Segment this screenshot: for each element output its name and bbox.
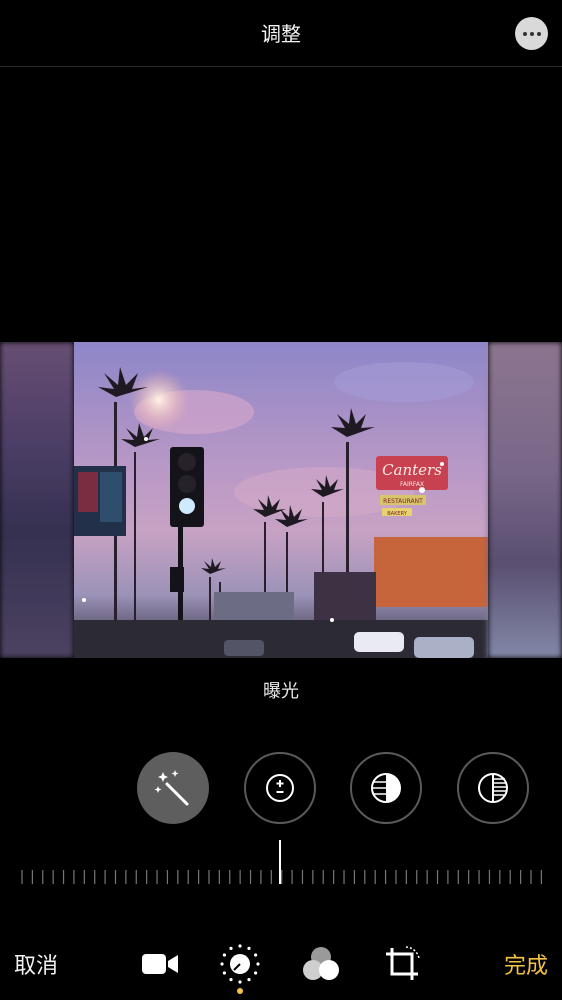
exposure-icon [266, 774, 294, 802]
done-button[interactable]: 完成 [504, 948, 548, 980]
next-photo-preview[interactable] [488, 342, 562, 658]
sign-bakery: BAKERY [387, 511, 407, 517]
top-bar: 调整 [0, 0, 562, 67]
brilliance-icon [371, 773, 401, 803]
crop-rotate-icon [386, 946, 420, 980]
sign-canters: Canters [382, 461, 442, 479]
more-dot-icon [536, 31, 541, 36]
video-camera-icon [142, 954, 178, 974]
sign-restaurant: RESTAURANT [383, 498, 423, 505]
adjustment-label: 曝光 [263, 681, 299, 702]
more-dot-icon [529, 31, 534, 36]
crop-tab[interactable] [380, 942, 424, 986]
active-tab-indicator [237, 988, 243, 994]
adjustment-slider[interactable] [20, 838, 542, 888]
filters-tab[interactable] [299, 942, 343, 986]
more-dot-icon [522, 31, 527, 36]
highlights-icon [478, 773, 508, 803]
adjust-dial-icon [220, 944, 260, 984]
brilliance-button[interactable] [350, 752, 422, 824]
sign-fairfax: FAIRFAX [400, 481, 424, 488]
filters-icon [303, 947, 339, 980]
page-title: 调整 [261, 22, 301, 46]
photo-preview: Canters FAIRFAX RESTAURANT BAKERY [74, 342, 488, 658]
cancel-button[interactable]: 取消 [14, 948, 58, 980]
auto-enhance-button[interactable] [137, 752, 209, 824]
previous-photo-preview[interactable] [0, 342, 74, 658]
magic-wand-icon [154, 770, 189, 806]
adjust-tab[interactable] [218, 942, 262, 986]
video-tab[interactable] [138, 942, 182, 986]
highlights-button[interactable] [457, 752, 529, 824]
more-options-button[interactable] [515, 17, 548, 50]
photo-carousel[interactable]: Canters FAIRFAX RESTAURANT BAKERY [0, 342, 562, 658]
exposure-button[interactable] [244, 752, 316, 824]
